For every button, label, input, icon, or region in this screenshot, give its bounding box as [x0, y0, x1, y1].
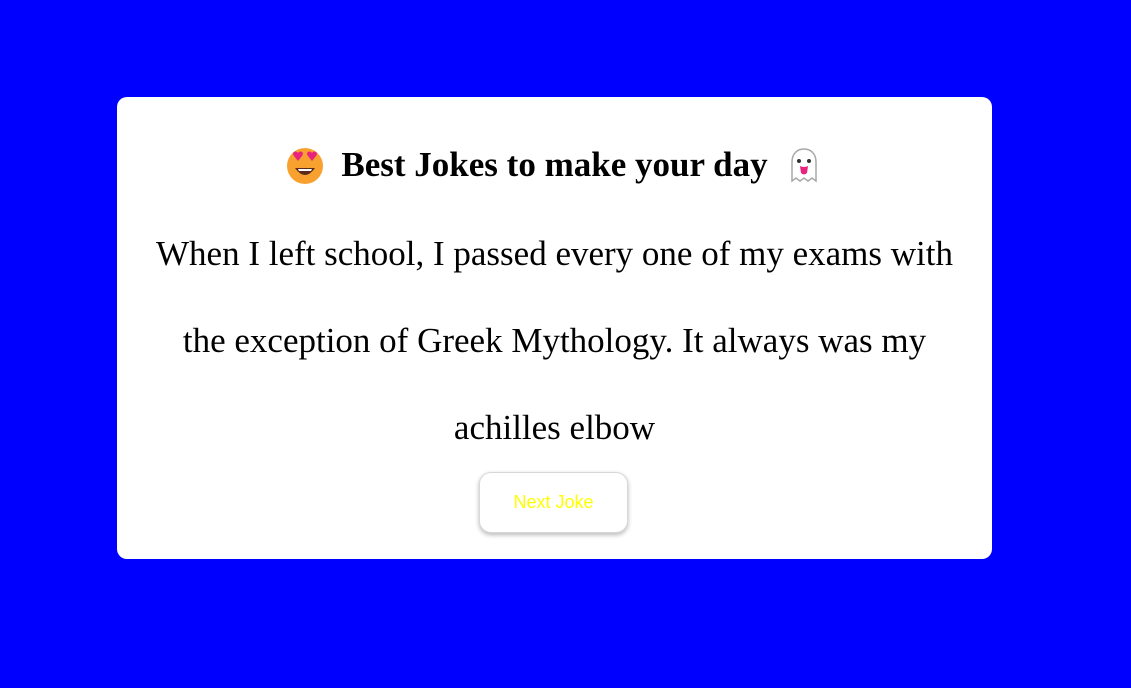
joke-text: When I left school, I passed every one o…	[156, 234, 953, 447]
ghost-emoji-icon	[784, 145, 824, 185]
page-title: Best Jokes to make your day	[117, 141, 992, 189]
next-joke-button[interactable]: Next Joke	[479, 472, 628, 533]
joke-card: Best Jokes to make your day When I left …	[117, 97, 992, 559]
title-text: Best Jokes to make your day	[341, 145, 768, 184]
heart-eyes-emoji-icon	[285, 145, 325, 185]
